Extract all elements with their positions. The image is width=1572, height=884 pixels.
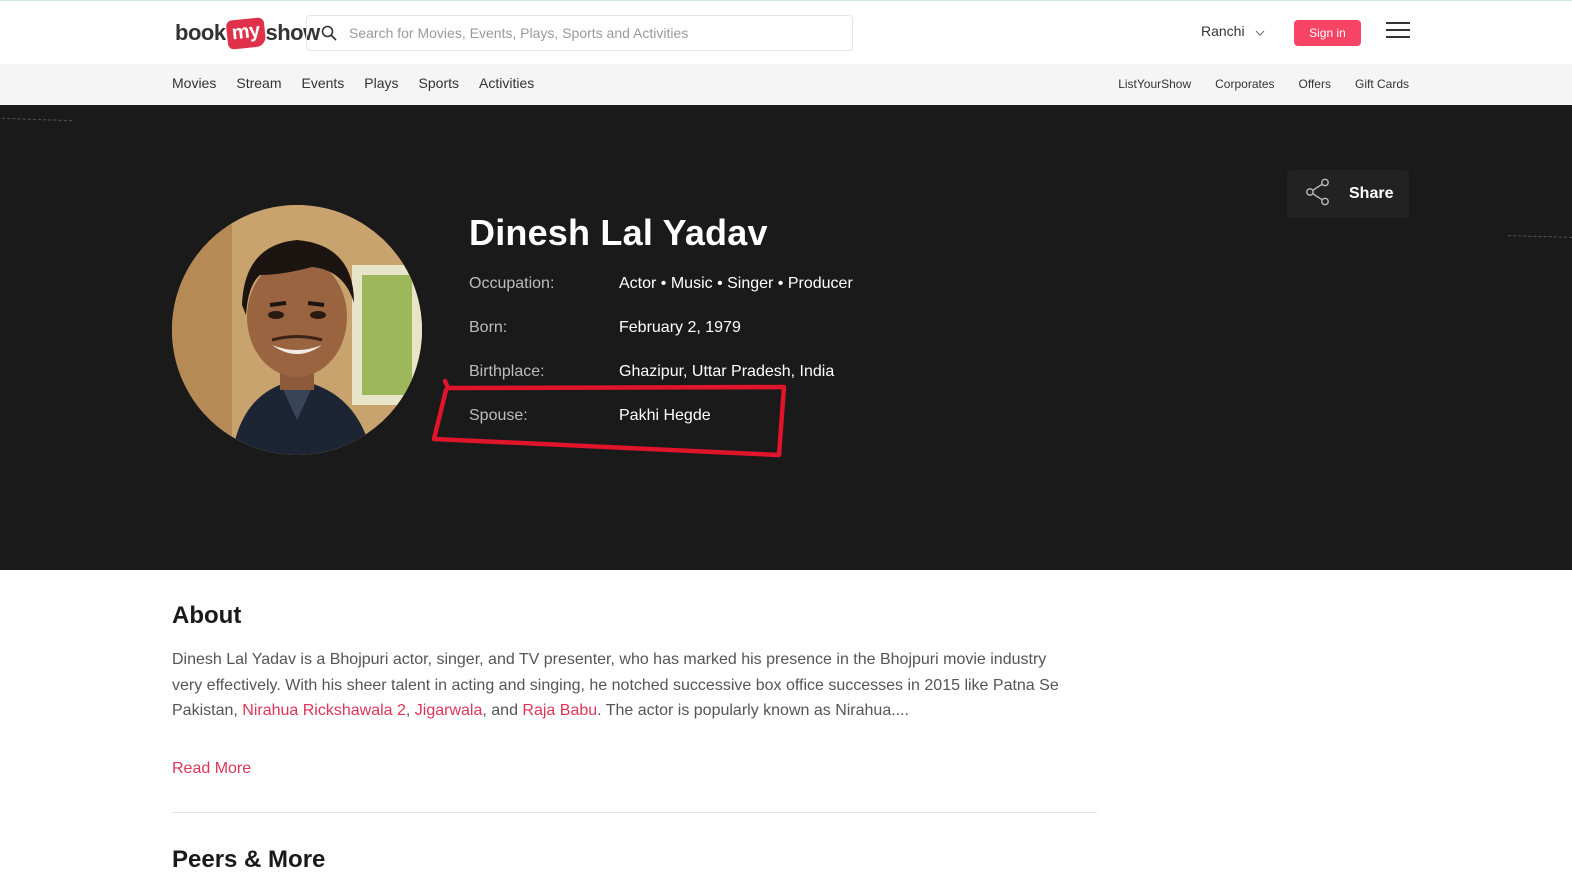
info-label: Spouse:	[469, 407, 528, 424]
nav-offers[interactable]: Offers	[1299, 77, 1331, 91]
search-bar[interactable]	[306, 15, 853, 51]
person-name: Dinesh Lal Yadav	[469, 212, 768, 253]
about-text-separator: , and	[482, 702, 523, 719]
decorative-line	[2, 117, 72, 122]
nav-events[interactable]: Events	[301, 75, 344, 91]
movie-link-nirahua-rickshawala-2[interactable]: Nirahua Rickshawala 2	[242, 702, 406, 719]
info-label: Birthplace:	[469, 363, 545, 380]
subnav-left: Movies Stream Events Plays Sports Activi…	[172, 75, 534, 91]
bookmyshow-logo[interactable]: book my show	[175, 15, 320, 51]
info-value: Ghazipur, Uttar Pradesh, India	[619, 363, 835, 380]
share-label: Share	[1349, 185, 1394, 202]
nav-corporates[interactable]: Corporates	[1215, 77, 1274, 91]
search-input[interactable]	[349, 25, 829, 41]
about-text-separator: ,	[405, 702, 415, 719]
profile-photo	[172, 205, 422, 455]
info-value: February 2, 1979	[619, 319, 741, 336]
nav-sports[interactable]: Sports	[419, 75, 459, 91]
info-label: Occupation:	[469, 275, 555, 292]
share-icon	[1305, 178, 1331, 211]
about-text: Dinesh Lal Yadav is a Bhojpuri actor, si…	[172, 647, 1072, 724]
city-label: Ranchi	[1201, 23, 1245, 39]
profile-banner: Dinesh Lal Yadav Occupation: Actor • Mus…	[0, 105, 1572, 570]
nav-listyourshow[interactable]: ListYourShow	[1118, 77, 1191, 91]
top-header: bookmyshow Ranchi Sign in	[0, 0, 1572, 64]
logo-text-book: book	[175, 20, 226, 45]
nav-movies[interactable]: Movies	[172, 75, 216, 91]
section-divider	[172, 812, 1097, 813]
about-heading: About	[172, 602, 242, 629]
city-selector[interactable]: Ranchi	[1201, 23, 1265, 39]
nav-activities[interactable]: Activities	[479, 75, 534, 91]
sign-in-button[interactable]: Sign in	[1294, 20, 1361, 46]
info-value: Actor • Music • Singer • Producer	[619, 275, 853, 292]
search-icon	[319, 23, 339, 43]
nav-stream[interactable]: Stream	[236, 75, 281, 91]
info-label: Born:	[469, 319, 508, 336]
about-text-part: . The actor is popularly known as Nirahu…	[597, 702, 909, 719]
movie-link-raja-babu[interactable]: Raja Babu	[522, 702, 597, 719]
peers-heading: Peers & More	[172, 846, 326, 873]
subnav-right: ListYourShow Corporates Offers Gift Card…	[1118, 77, 1409, 91]
info-value: Pakhi Hegde	[619, 407, 711, 424]
logo-text-my: my	[225, 16, 266, 50]
chevron-down-icon	[1255, 23, 1265, 39]
nav-plays[interactable]: Plays	[364, 75, 398, 91]
hamburger-menu-icon[interactable]	[1386, 22, 1410, 42]
share-button[interactable]: Share	[1287, 170, 1409, 218]
decorative-line	[1507, 235, 1572, 238]
read-more-link[interactable]: Read More	[172, 760, 251, 778]
sub-navigation: Movies Stream Events Plays Sports Activi…	[0, 64, 1572, 105]
movie-link-jigarwala[interactable]: Jigarwala	[415, 702, 483, 719]
nav-gift-cards[interactable]: Gift Cards	[1355, 77, 1409, 91]
